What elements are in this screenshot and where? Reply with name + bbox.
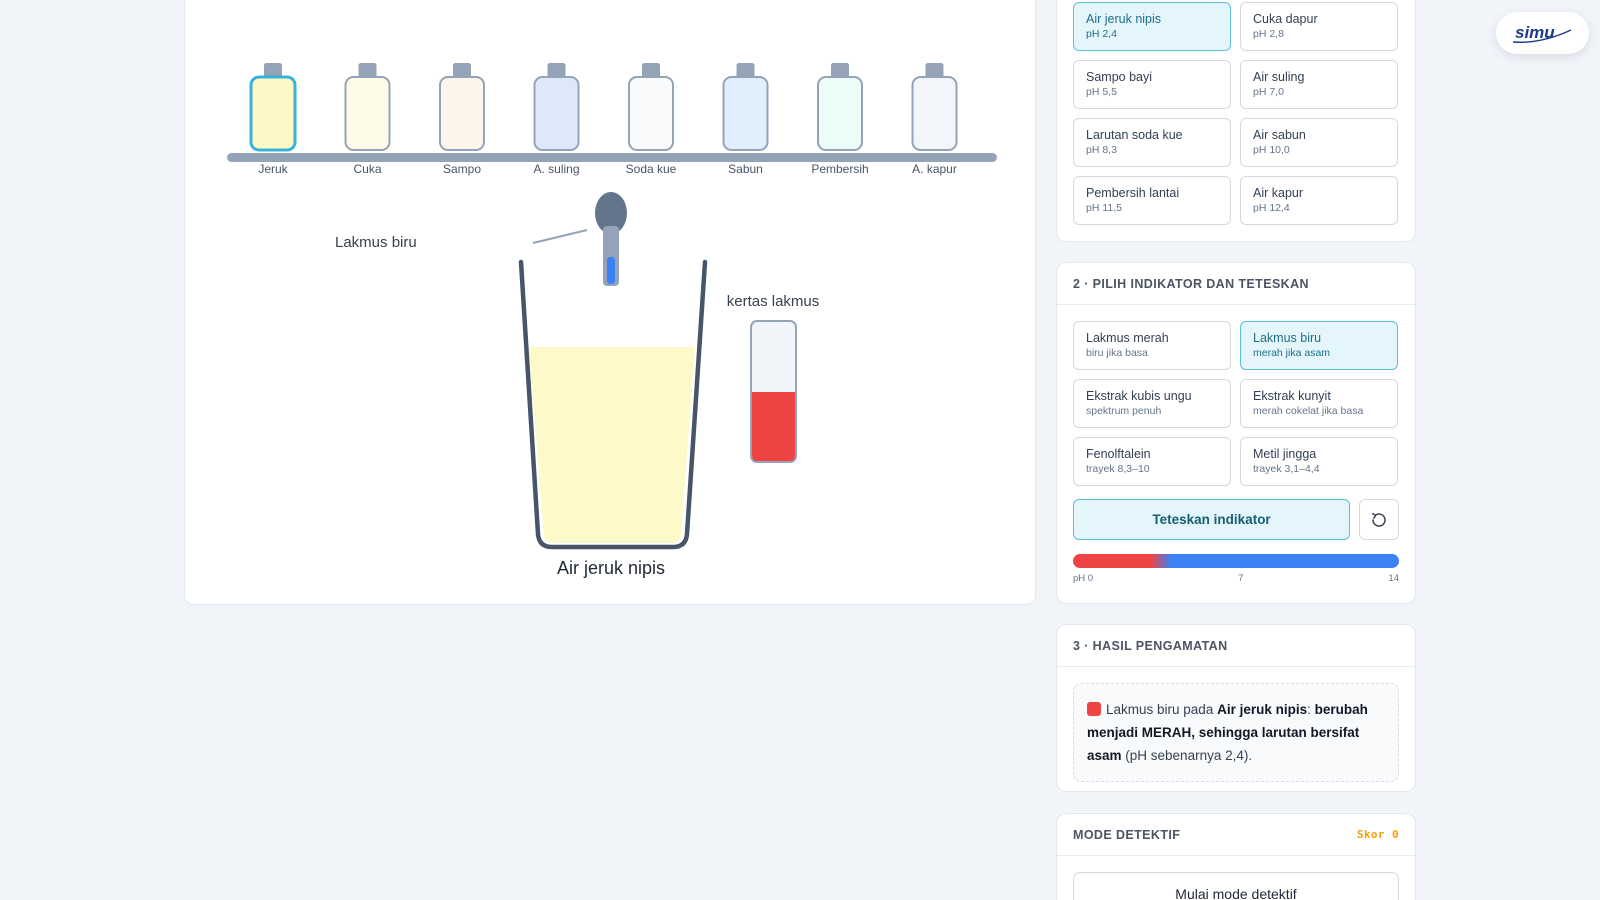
reset-button[interactable] [1359, 499, 1399, 540]
indicator-option-name: Metil jingga [1253, 447, 1317, 461]
solution-option-name: Air suling [1253, 70, 1305, 84]
solution-option-detail: pH 5,5 [1086, 86, 1117, 98]
solution-option-detail: pH 7,0 [1253, 86, 1284, 98]
solution-option[interactable]: Air suling pH 7,0 [1240, 60, 1398, 109]
indicator-option-detail: trayek 3,1–4,4 [1253, 463, 1320, 475]
bottle-body [344, 76, 391, 151]
bottle-label: Sabun [728, 162, 763, 176]
detective-panel-title: MODE DETEKTIF [1073, 827, 1181, 842]
litmus-paper-color [752, 392, 795, 461]
solution-option-name: Air jeruk nipis [1086, 12, 1162, 26]
detective-panel-header: MODE DETEKTIF Skor 0 [1057, 814, 1415, 856]
bottle-label: A. suling [533, 162, 579, 176]
bottle-body [911, 76, 958, 151]
beaker-label: Air jeruk nipis [557, 558, 665, 578]
ph-scale-mid: 7 [1238, 573, 1244, 584]
solution-option[interactable]: Air sabun pH 10,0 [1240, 118, 1398, 167]
indicator-option[interactable]: Ekstrak kubis ungu spektrum penuh [1073, 379, 1231, 428]
solution-option[interactable]: Cuka dapur pH 2,8 [1240, 2, 1398, 51]
solutions-panel: Air jeruk nipis pH 2,4 Cuka dapur pH 2,8 Sam… [1056, 0, 1416, 242]
result-text-3: (pH sebenarnya 2,4). [1121, 748, 1253, 763]
solution-option[interactable]: Pembersih lantai pH 11,5 [1073, 176, 1231, 225]
indicator-option-name: Ekstrak kunyit [1253, 389, 1331, 403]
solution-option[interactable]: Air kapur pH 12,4 [1240, 176, 1398, 225]
solution-option[interactable]: Air jeruk nipis pH 2,4 [1073, 2, 1231, 51]
solution-option-name: Larutan soda kue [1086, 128, 1183, 142]
result-text-2: : [1307, 702, 1315, 717]
dropper-pointer [532, 229, 588, 244]
indicator-panel: 2 · PILIH INDIKATOR DAN TETESKAN Lakmus … [1056, 262, 1416, 604]
indicator-option-detail: biru jika basa [1086, 347, 1148, 359]
dropper[interactable] [595, 192, 627, 286]
result-color-swatch [1087, 702, 1101, 716]
simu-logo-mark: simu [1512, 23, 1571, 43]
indicator-option-name: Ekstrak kubis ungu [1086, 389, 1192, 403]
bottle-label: Jeruk [258, 162, 288, 176]
indicator-option-detail: merah cokelat jika basa [1253, 405, 1364, 417]
indicator-panel-header: 2 · PILIH INDIKATOR DAN TETESKAN [1057, 263, 1415, 305]
indicator-option[interactable]: Ekstrak kunyit merah cokelat jika basa [1240, 379, 1398, 428]
start-detective-button[interactable]: Mulai mode detektif [1073, 872, 1399, 900]
solution-option-detail: pH 10,0 [1253, 144, 1290, 156]
bottle-body [817, 76, 863, 151]
detective-score: Skor 0 [1356, 828, 1399, 841]
bottle-label: Pembersih [811, 162, 868, 176]
dropper-label: Lakmus biru [335, 234, 417, 251]
indicator-option-detail: merah jika asam [1253, 347, 1331, 359]
indicator-option-detail: spektrum penuh [1086, 405, 1162, 417]
indicator-option-name: Lakmus biru [1253, 331, 1322, 345]
simulation-canvas: Jeruk Cuka Sampo A. suling Soda kue Sabun Pemb… [184, 0, 1036, 605]
solution-option-detail: pH 11,5 [1086, 202, 1122, 214]
result-panel-header: 3 · HASIL PENGAMATAN [1057, 625, 1415, 667]
result-panel-title: 3 · HASIL PENGAMATAN [1073, 638, 1228, 653]
bottle-body [722, 76, 769, 151]
indicator-option[interactable]: Metil jingga trayek 3,1–4,4 [1240, 437, 1398, 486]
bottle-body [533, 76, 580, 151]
ph-color-scale [1073, 554, 1399, 568]
paper-label: kertas lakmus [727, 293, 820, 310]
solution-option-name: Air sabun [1253, 128, 1306, 142]
bottle-body [249, 75, 297, 152]
indicator-option-detail: trayek 8,3–10 [1086, 463, 1150, 475]
reset-icon [1371, 512, 1386, 527]
solution-option-detail: pH 8,3 [1086, 144, 1117, 156]
solution-option-detail: pH 2,4 [1086, 28, 1117, 40]
indicator-option[interactable]: Lakmus biru merah jika asam [1240, 321, 1398, 370]
solution-option[interactable]: Sampo bayi pH 5,5 [1073, 60, 1231, 109]
bottle-body [439, 76, 485, 151]
drip-indicator-button[interactable]: Teteskan indikator [1073, 499, 1351, 540]
svg-text:simu: simu [1515, 23, 1555, 42]
indicator-option-name: Lakmus merah [1086, 331, 1169, 345]
solution-option-name: Pembersih lantai [1086, 186, 1180, 200]
result-panel: 3 · HASIL PENGAMATAN Lakmus biru pada Ai… [1056, 624, 1416, 792]
solution-option-name: Air kapur [1253, 186, 1304, 200]
bottle-label: A. kapur [912, 162, 957, 176]
solution-option-name: Sampo bayi [1086, 70, 1153, 84]
beaker-liquid [529, 347, 695, 543]
detective-panel: MODE DETEKTIF Skor 0 Mulai mode detektif [1056, 813, 1416, 900]
solution-option-detail: pH 12,4 [1253, 202, 1290, 214]
indicator-option-name: Fenolftalein [1086, 447, 1151, 461]
bottle-body [628, 76, 674, 151]
solution-option[interactable]: Larutan soda kue pH 8,3 [1073, 118, 1231, 167]
simu-logo[interactable]: simu [1496, 12, 1589, 54]
solution-option-name: Cuka dapur [1253, 12, 1318, 26]
indicator-option[interactable]: Fenolftalein trayek 8,3–10 [1073, 437, 1231, 486]
ph-scale-max: 14 [1388, 573, 1399, 584]
bottle-label: Soda kue [626, 162, 677, 176]
bottle-shelf [227, 153, 997, 162]
indicator-option[interactable]: Lakmus merah biru jika basa [1073, 321, 1231, 370]
observation-result: Lakmus biru pada Air jeruk nipis: beruba… [1073, 683, 1399, 782]
simulation-drawing: Jeruk Cuka Sampo A. suling Soda kue Sabun Pemb… [227, 63, 997, 578]
result-text-1: Lakmus biru pada [1106, 702, 1218, 717]
ph-scale-min: pH 0 [1073, 573, 1094, 584]
bottle-label: Sampo [443, 162, 481, 176]
result-solution: Air jeruk nipis [1217, 702, 1308, 717]
bottle-label: Cuka [353, 162, 381, 176]
indicator-panel-title: 2 · PILIH INDIKATOR DAN TETESKAN [1073, 276, 1309, 291]
solution-option-detail: pH 2,8 [1253, 28, 1284, 40]
